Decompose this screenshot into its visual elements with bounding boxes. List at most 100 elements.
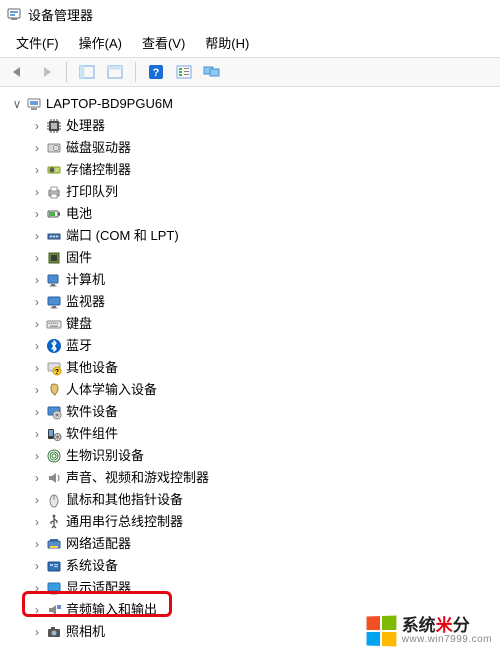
expander-icon[interactable]: › bbox=[30, 313, 44, 335]
bluetooth-icon bbox=[46, 338, 62, 354]
expander-icon[interactable]: › bbox=[30, 291, 44, 313]
app-icon bbox=[6, 6, 22, 22]
tree-root[interactable]: ∨ LAPTOP-BD9PGU6M bbox=[4, 93, 500, 115]
tree-node-port[interactable]: › 端口 (COM 和 LPT) bbox=[4, 225, 500, 247]
menu-view[interactable]: 查看(V) bbox=[132, 30, 195, 55]
tree-node-label: 软件设备 bbox=[66, 401, 118, 423]
expander-icon[interactable]: › bbox=[30, 423, 44, 445]
expander-icon[interactable]: › bbox=[30, 533, 44, 555]
tree-node-label: 蓝牙 bbox=[66, 335, 92, 357]
tree-node-label: 音频输入和输出 bbox=[66, 599, 157, 621]
tree-node-network[interactable]: › 网络适配器 bbox=[4, 533, 500, 555]
menu-help[interactable]: 帮助(H) bbox=[195, 30, 259, 55]
expander-icon[interactable]: › bbox=[30, 621, 44, 643]
expander-icon[interactable]: › bbox=[30, 555, 44, 577]
back-button[interactable] bbox=[6, 61, 30, 83]
tree-node-monitor[interactable]: › 监视器 bbox=[4, 291, 500, 313]
tree-view-button[interactable] bbox=[103, 61, 127, 83]
tree-node-camera[interactable]: ›照相机 bbox=[4, 621, 500, 643]
svg-text:?: ? bbox=[55, 369, 59, 376]
monitors-button[interactable] bbox=[200, 61, 224, 83]
expander-icon[interactable]: › bbox=[30, 489, 44, 511]
computer-icon bbox=[26, 96, 42, 112]
forward-button[interactable] bbox=[34, 61, 58, 83]
device-tree[interactable]: ∨LAPTOP-BD9PGU6M›处理器›磁盘驱动器›存储控制器›打印队列›电池… bbox=[0, 87, 500, 649]
expander-icon[interactable]: › bbox=[30, 181, 44, 203]
tree-node-software-comp[interactable]: › 软件组件 bbox=[4, 423, 500, 445]
tree-node-label: 键盘 bbox=[66, 313, 92, 335]
tree-node-mouse[interactable]: ›鼠标和其他指针设备 bbox=[4, 489, 500, 511]
tree-node-other[interactable]: ›? 其他设备 bbox=[4, 357, 500, 379]
tree-node-label: 监视器 bbox=[66, 291, 105, 313]
tree-node-software[interactable]: › 软件设备 bbox=[4, 401, 500, 423]
tree-node-label: 处理器 bbox=[66, 115, 105, 137]
expander-icon[interactable]: › bbox=[30, 357, 44, 379]
expander-icon[interactable]: › bbox=[30, 467, 44, 489]
software-comp-icon bbox=[46, 426, 62, 442]
expander-icon[interactable]: › bbox=[30, 269, 44, 291]
display-icon bbox=[46, 580, 62, 596]
tree-node-sound[interactable]: ›声音、视频和游戏控制器 bbox=[4, 467, 500, 489]
list-view-button[interactable] bbox=[172, 61, 196, 83]
tree-node-keyboard[interactable]: › 键盘 bbox=[4, 313, 500, 335]
tree-node-computer[interactable]: › 计算机 bbox=[4, 269, 500, 291]
tree-node-system[interactable]: › 系统设备 bbox=[4, 555, 500, 577]
expander-icon[interactable]: › bbox=[30, 203, 44, 225]
tree-node-cpu[interactable]: › 处理器 bbox=[4, 115, 500, 137]
network-icon bbox=[46, 536, 62, 552]
tree-node-battery[interactable]: › 电池 bbox=[4, 203, 500, 225]
tree-node-printer[interactable]: ›打印队列 bbox=[4, 181, 500, 203]
menu-file[interactable]: 文件(F) bbox=[6, 30, 69, 55]
toolbar-separator bbox=[66, 62, 67, 82]
system-icon bbox=[46, 558, 62, 574]
tree-node-display[interactable]: › 显示适配器 bbox=[4, 577, 500, 599]
tree-node-disk[interactable]: ›磁盘驱动器 bbox=[4, 137, 500, 159]
menu-action[interactable]: 操作(A) bbox=[69, 30, 132, 55]
disk-icon bbox=[46, 140, 62, 156]
keyboard-icon bbox=[46, 316, 62, 332]
tree-node-hid[interactable]: › 人体学输入设备 bbox=[4, 379, 500, 401]
tree-node-firmware[interactable]: › 固件 bbox=[4, 247, 500, 269]
biometric-icon bbox=[46, 448, 62, 464]
expander-icon[interactable]: › bbox=[30, 225, 44, 247]
tree-node-label: 网络适配器 bbox=[66, 533, 131, 555]
help-button[interactable]: ? bbox=[144, 61, 168, 83]
monitor-icon bbox=[46, 294, 62, 310]
tree-node-usb[interactable]: ›通用串行总线控制器 bbox=[4, 511, 500, 533]
expander-icon[interactable]: › bbox=[30, 401, 44, 423]
expander-icon[interactable]: › bbox=[30, 247, 44, 269]
tree-node-label: 其他设备 bbox=[66, 357, 118, 379]
expander-icon[interactable]: › bbox=[30, 379, 44, 401]
expander-icon[interactable]: › bbox=[30, 511, 44, 533]
expander-icon[interactable]: › bbox=[30, 599, 44, 621]
cpu-icon bbox=[46, 118, 62, 134]
tree-node-label: 计算机 bbox=[66, 269, 105, 291]
tree-node-audio-io[interactable]: › 音频输入和输出 bbox=[4, 599, 500, 621]
tree-node-label: 系统设备 bbox=[66, 555, 118, 577]
menu-bar: 文件(F) 操作(A) 查看(V) 帮助(H) bbox=[0, 28, 500, 58]
expander-icon[interactable]: › bbox=[30, 159, 44, 181]
expander-icon[interactable]: › bbox=[30, 115, 44, 137]
expander-icon[interactable]: › bbox=[30, 577, 44, 599]
expander-icon[interactable]: › bbox=[30, 137, 44, 159]
expander-icon[interactable]: › bbox=[30, 445, 44, 467]
tree-node-biometric[interactable]: ›生物识别设备 bbox=[4, 445, 500, 467]
tree-node-storage[interactable]: ›存储控制器 bbox=[4, 159, 500, 181]
computer-icon bbox=[46, 272, 62, 288]
tree-node-label: 端口 (COM 和 LPT) bbox=[66, 225, 179, 247]
sound-icon bbox=[46, 470, 62, 486]
icons-view-button[interactable] bbox=[75, 61, 99, 83]
printer-icon bbox=[46, 184, 62, 200]
expander-icon[interactable]: › bbox=[30, 335, 44, 357]
tree-node-bluetooth[interactable]: › 蓝牙 bbox=[4, 335, 500, 357]
tree-node-label: 显示适配器 bbox=[66, 577, 131, 599]
tree-node-label: 固件 bbox=[66, 247, 92, 269]
tree-root-label: LAPTOP-BD9PGU6M bbox=[46, 93, 173, 115]
camera-icon bbox=[46, 624, 62, 640]
svg-text:?: ? bbox=[153, 67, 160, 79]
expander-icon[interactable]: ∨ bbox=[10, 93, 24, 115]
tree-node-label: 人体学输入设备 bbox=[66, 379, 157, 401]
usb-icon bbox=[46, 514, 62, 530]
tree-node-label: 软件组件 bbox=[66, 423, 118, 445]
tree-node-label: 电池 bbox=[66, 203, 92, 225]
